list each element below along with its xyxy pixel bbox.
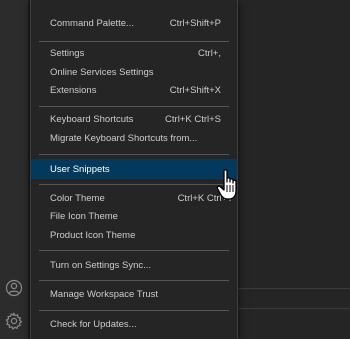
menu-item-manage-workspace-trust[interactable]: Manage Workspace Trust [31,285,237,304]
menu-item-label: File Icon Theme [50,211,118,222]
menu-item-label: Extensions [50,85,97,96]
menu-item-keybinding: Ctrl+Shift+X [169,85,221,96]
menu-item-label: Product Icon Theme [50,230,136,241]
manage-menu: Command Palette... Ctrl+Shift+P Settings… [30,0,238,339]
menu-item-label: Command Palette... [50,18,134,29]
menu-item-label: Keyboard Shortcuts [50,114,134,125]
menu-item-migrate-keyboard-shortcuts[interactable]: Migrate Keyboard Shortcuts from... [31,129,237,148]
vscode-window: Command Palette... Ctrl+Shift+P Settings… [0,0,350,339]
menu-item-keyboard-shortcuts[interactable]: Keyboard Shortcuts Ctrl+K Ctrl+S [31,110,237,129]
activity-bar [0,0,28,339]
menu-item-user-snippets[interactable]: User Snippets [31,159,237,179]
menu-item-check-for-updates[interactable]: Check for Updates... [31,315,237,334]
menu-item-keybinding: Ctrl+, [198,48,221,59]
menu-item-keybinding: Ctrl+Shift+P [169,18,221,29]
menu-item-online-services-settings[interactable]: Online Services Settings [31,63,237,82]
editor-divider [236,308,350,309]
menu-item-label: Check for Updates... [50,319,137,330]
menu-item-label: User Snippets [50,163,110,175]
menu-separator [39,184,229,185]
menu-item-label: Turn on Settings Sync... [50,260,152,271]
menu-separator [39,41,229,42]
menu-item-product-icon-theme[interactable]: Product Icon Theme [31,226,237,245]
menu-separator [39,280,229,281]
menu-item-command-palette[interactable]: Command Palette... Ctrl+Shift+P [31,14,237,33]
editor-divider [236,288,350,289]
menu-item-label: Settings [50,48,85,59]
menu-separator [39,250,229,251]
manage-gear-icon[interactable] [3,310,25,332]
menu-separator [39,310,229,311]
menu-item-extensions[interactable]: Extensions Ctrl+Shift+X [31,81,237,100]
menu-separator [39,106,229,107]
account-icon[interactable] [3,277,25,299]
menu-item-file-icon-theme[interactable]: File Icon Theme [31,207,237,226]
hand-pointer-cursor-icon [216,168,242,202]
menu-item-label: Manage Workspace Trust [50,289,159,300]
menu-item-keybinding: Ctrl+K Ctrl+S [165,114,221,125]
menu-item-label: Color Theme [50,193,105,204]
menu-separator [39,154,229,155]
menu-item-label: Online Services Settings [50,67,154,78]
menu-item-label: Migrate Keyboard Shortcuts from... [50,133,198,144]
menu-item-settings-sync[interactable]: Turn on Settings Sync... [31,256,237,275]
menu-item-color-theme[interactable]: Color Theme Ctrl+K Ctrl+T [31,189,237,208]
menu-item-settings[interactable]: Settings Ctrl+, [31,44,237,63]
